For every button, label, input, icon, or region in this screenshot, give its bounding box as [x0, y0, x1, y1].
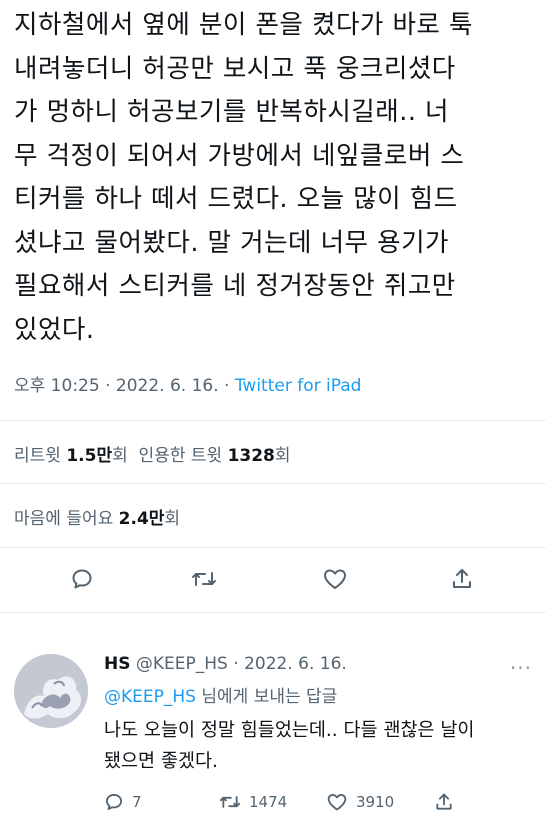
quotes-stat[interactable]: 인용한 트윗 1328회 — [139, 446, 291, 466]
reply-icon — [72, 569, 92, 589]
tweet-text-line: 가 멍하니 허공보기를 반복하시길래.. 너 — [14, 97, 449, 127]
retweet-quote-stats: 리트윗 1.5만회 인용한 트윗 1328회 — [14, 441, 291, 466]
like-icon — [324, 569, 346, 589]
tweet-date[interactable]: 2022. 6. 16. — [116, 376, 219, 396]
tweet-text-line: 셨냐고 물어봤다. 말 거는데 너무 용기가 — [14, 227, 449, 258]
likes-stat[interactable]: 마음에 들어요 2.4만회 — [14, 509, 180, 529]
tweet-text-line: 필요해서 스티커를 네 정거장동안 쥐고만 — [14, 271, 456, 301]
retweets-stat[interactable]: 리트윗 1.5만회 — [14, 446, 128, 466]
retweet-button[interactable] — [188, 563, 220, 595]
reply-reply-button[interactable]: 7 — [104, 792, 142, 812]
avatar-image — [14, 654, 88, 728]
retweets-unit: 회 — [112, 446, 128, 466]
like-icon — [327, 794, 347, 811]
reply-like-button[interactable]: 3910 — [326, 792, 394, 812]
reply-tweet[interactable]: ··· HS @KEEP_HS · 2022. 6. 16. @KEEP_HS … — [0, 640, 546, 834]
divider — [0, 612, 546, 613]
replying-to: @KEEP_HS 님에게 보내는 답글 — [104, 682, 534, 707]
reply-button[interactable] — [66, 563, 98, 595]
divider — [0, 420, 546, 421]
reply-text-line: 나도 오늘이 정말 힘들었는데.. 다들 괜찮은 날이 — [104, 720, 475, 741]
reply-action-bar: 7 1474 3910 — [104, 792, 534, 820]
reply-retweet-count: 1474 — [249, 793, 288, 811]
tweet-text-line: 내려놓더니 허공만 보시고 푹 웅크리셨다 — [14, 53, 456, 84]
divider — [0, 547, 546, 548]
reply-like-count: 3910 — [356, 793, 395, 811]
reply-text: 나도 오늘이 정말 힘들었는데.. 다들 괜찮은 날이 됐으면 좋겠다. — [104, 715, 534, 777]
likes-stats: 마음에 들어요 2.4만회 — [14, 504, 180, 529]
replying-to-mention[interactable]: @KEEP_HS — [104, 687, 196, 707]
reply-text-line: 됐으면 좋겠다. — [104, 751, 218, 772]
replying-to-suffix: 님에게 보내는 답글 — [195, 687, 338, 707]
quotes-unit: 회 — [274, 446, 291, 466]
likes-label: 마음에 들어요 — [14, 509, 114, 529]
likes-count: 2.4만 — [118, 509, 165, 529]
reply-header: HS @KEEP_HS · 2022. 6. 16. — [104, 654, 534, 674]
share-icon — [436, 793, 452, 810]
retweets-count: 1.5만 — [66, 446, 113, 466]
reply-share-button[interactable] — [434, 792, 454, 812]
meta-separator: · — [218, 376, 235, 396]
like-button[interactable] — [319, 563, 351, 595]
reply-author-handle[interactable]: @KEEP_HS — [136, 654, 228, 674]
reply-icon — [106, 794, 123, 810]
reply-author-name[interactable]: HS — [104, 654, 130, 674]
tweet-source-link[interactable]: Twitter for iPad — [235, 376, 362, 396]
meta-separator: · — [99, 376, 116, 396]
tweet-text-line: 무 걱정이 되어서 가방에서 네잎클로버 스 — [14, 140, 465, 171]
retweet-icon — [192, 572, 216, 586]
tweet-text-line: 있었다. — [14, 314, 95, 345]
share-button[interactable] — [446, 563, 478, 595]
reply-body: HS @KEEP_HS · 2022. 6. 16. @KEEP_HS 님에게 … — [104, 654, 534, 777]
tweet-text-line: 티커를 하나 떼서 드렸다. 오늘 많이 힘드 — [14, 184, 458, 214]
tweet-text: 지하철에서 옆에 분이 폰을 켰다가 바로 툭 내려놓더니 허공만 보시고 푹 … — [14, 4, 536, 352]
tweet-text-line: 지하철에서 옆에 분이 폰을 켰다가 바로 툭 — [14, 10, 473, 40]
retweet-icon — [219, 796, 241, 808]
likes-unit: 회 — [164, 509, 181, 529]
share-icon — [453, 569, 471, 588]
divider — [0, 483, 546, 484]
tweet-time[interactable]: 오후 10:25 — [14, 376, 100, 396]
quotes-count: 1328 — [227, 446, 275, 466]
tweet-action-bar — [0, 555, 546, 603]
avatar[interactable] — [14, 654, 88, 728]
reply-retweet-button[interactable]: 1474 — [219, 792, 287, 812]
reply-date[interactable]: 2022. 6. 16. — [244, 654, 347, 674]
quotes-label: 인용한 트윗 — [138, 446, 223, 466]
meta-separator: · — [227, 654, 245, 674]
tweet-metadata: 오후 10:25 · 2022. 6. 16. · Twitter for iP… — [14, 371, 361, 396]
reply-count: 7 — [132, 793, 142, 811]
retweets-label: 리트윗 — [14, 446, 61, 466]
